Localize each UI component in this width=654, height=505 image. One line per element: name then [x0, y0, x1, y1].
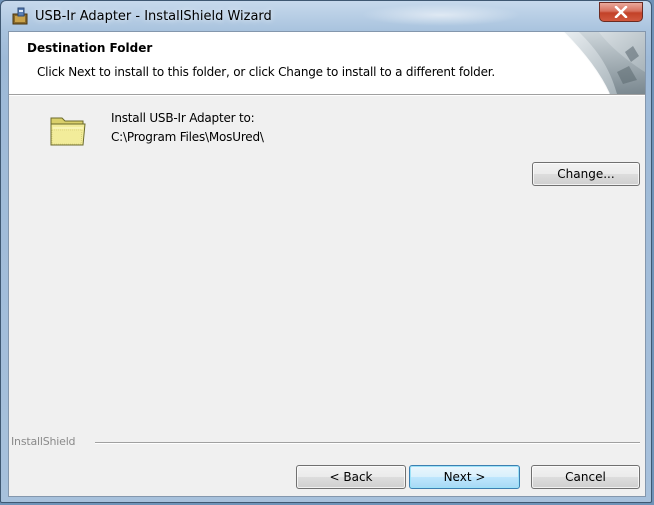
page-subtitle: Click Next to install to this folder, or… [37, 65, 496, 79]
banner-artwork [539, 31, 645, 95]
destination-path: C:\Program Files\MosUred\ [111, 130, 264, 144]
next-button[interactable]: Next > [409, 465, 520, 489]
wizard-client-area: Destination Folder Click Next to install… [8, 31, 646, 497]
close-button[interactable] [599, 2, 643, 22]
banner-divider [9, 94, 645, 96]
title-bar-glow [361, 4, 521, 26]
close-icon [614, 6, 628, 18]
title-bar[interactable]: USB-Ir Adapter - InstallShield Wizard [1, 1, 653, 31]
footer-divider [95, 442, 640, 444]
window-title: USB-Ir Adapter - InstallShield Wizard [35, 9, 272, 24]
change-button[interactable]: Change... [532, 162, 640, 186]
installshield-brand: InstallShield [11, 435, 76, 448]
wizard-banner: Destination Folder Click Next to install… [9, 31, 645, 95]
installer-window: USB-Ir Adapter - InstallShield Wizard De… [0, 0, 652, 503]
folder-icon [48, 110, 88, 150]
destination-label: Install USB-Ir Adapter to: [111, 111, 255, 125]
cancel-button[interactable]: Cancel [531, 465, 640, 489]
back-button[interactable]: < Back [296, 465, 406, 489]
installer-icon [12, 7, 30, 25]
page-title: Destination Folder [27, 41, 153, 55]
